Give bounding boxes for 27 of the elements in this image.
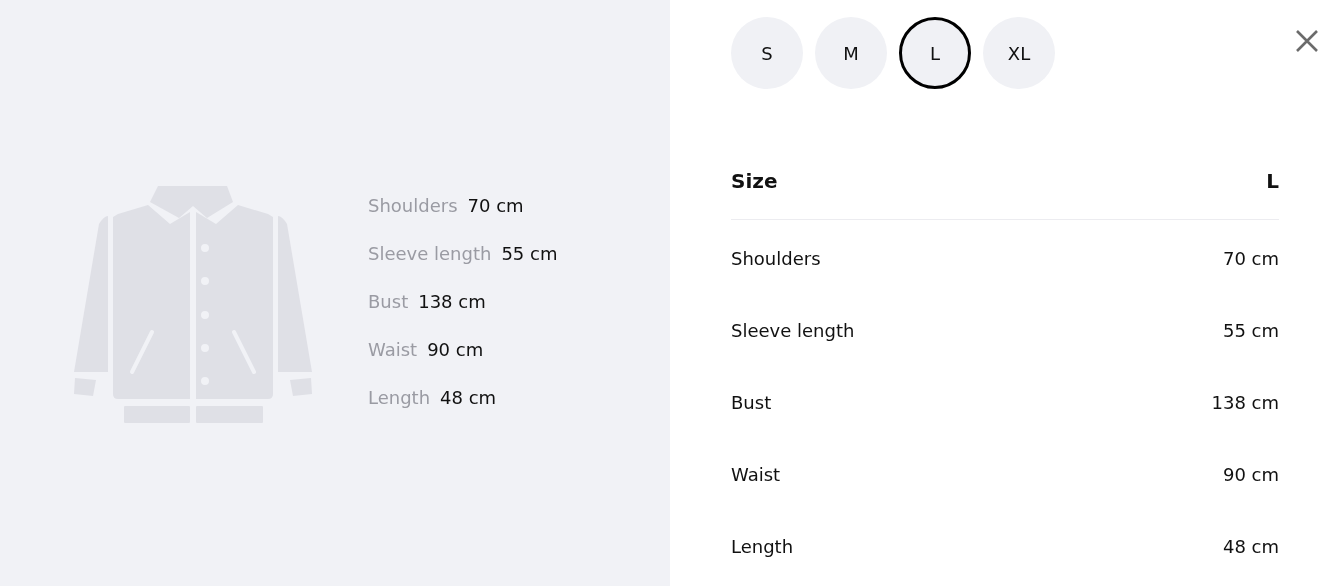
table-cell: 48 cm	[1222, 535, 1279, 557]
measurement-label: Waist	[368, 338, 418, 362]
size-button[interactable]: L	[899, 17, 971, 89]
measurement-value: 138 cm	[418, 290, 486, 314]
measurement-label: Length	[368, 386, 431, 410]
table-cell: Length	[731, 535, 794, 557]
size-button[interactable]: M	[815, 17, 887, 89]
size-button[interactable]: XL	[983, 17, 1055, 89]
measurement-value: 90 cm	[427, 338, 484, 362]
measurement-label: Shoulders	[368, 194, 458, 218]
measurement-label: Sleeve length	[368, 242, 492, 266]
size-button[interactable]: S	[731, 17, 803, 89]
table-cell: 70 cm	[1222, 247, 1279, 269]
close-icon[interactable]	[1295, 29, 1319, 53]
measurement-value: 48 cm	[440, 386, 497, 410]
table-cell: Sleeve length	[731, 319, 855, 341]
column-header: Size	[731, 169, 778, 193]
table-cell: 138 cm	[1211, 391, 1279, 413]
selected-size-value: L	[1266, 169, 1279, 193]
table-cell: 90 cm	[1222, 463, 1279, 485]
measurement-value: 55 cm	[501, 242, 558, 266]
measurement-value: 70 cm	[467, 194, 524, 218]
table-cell: 55 cm	[1222, 319, 1279, 341]
table-cell: Waist	[731, 463, 781, 485]
measurement-label: Bust	[368, 290, 409, 314]
table-cell: Shoulders	[731, 247, 821, 269]
table-cell: Bust	[731, 391, 772, 413]
